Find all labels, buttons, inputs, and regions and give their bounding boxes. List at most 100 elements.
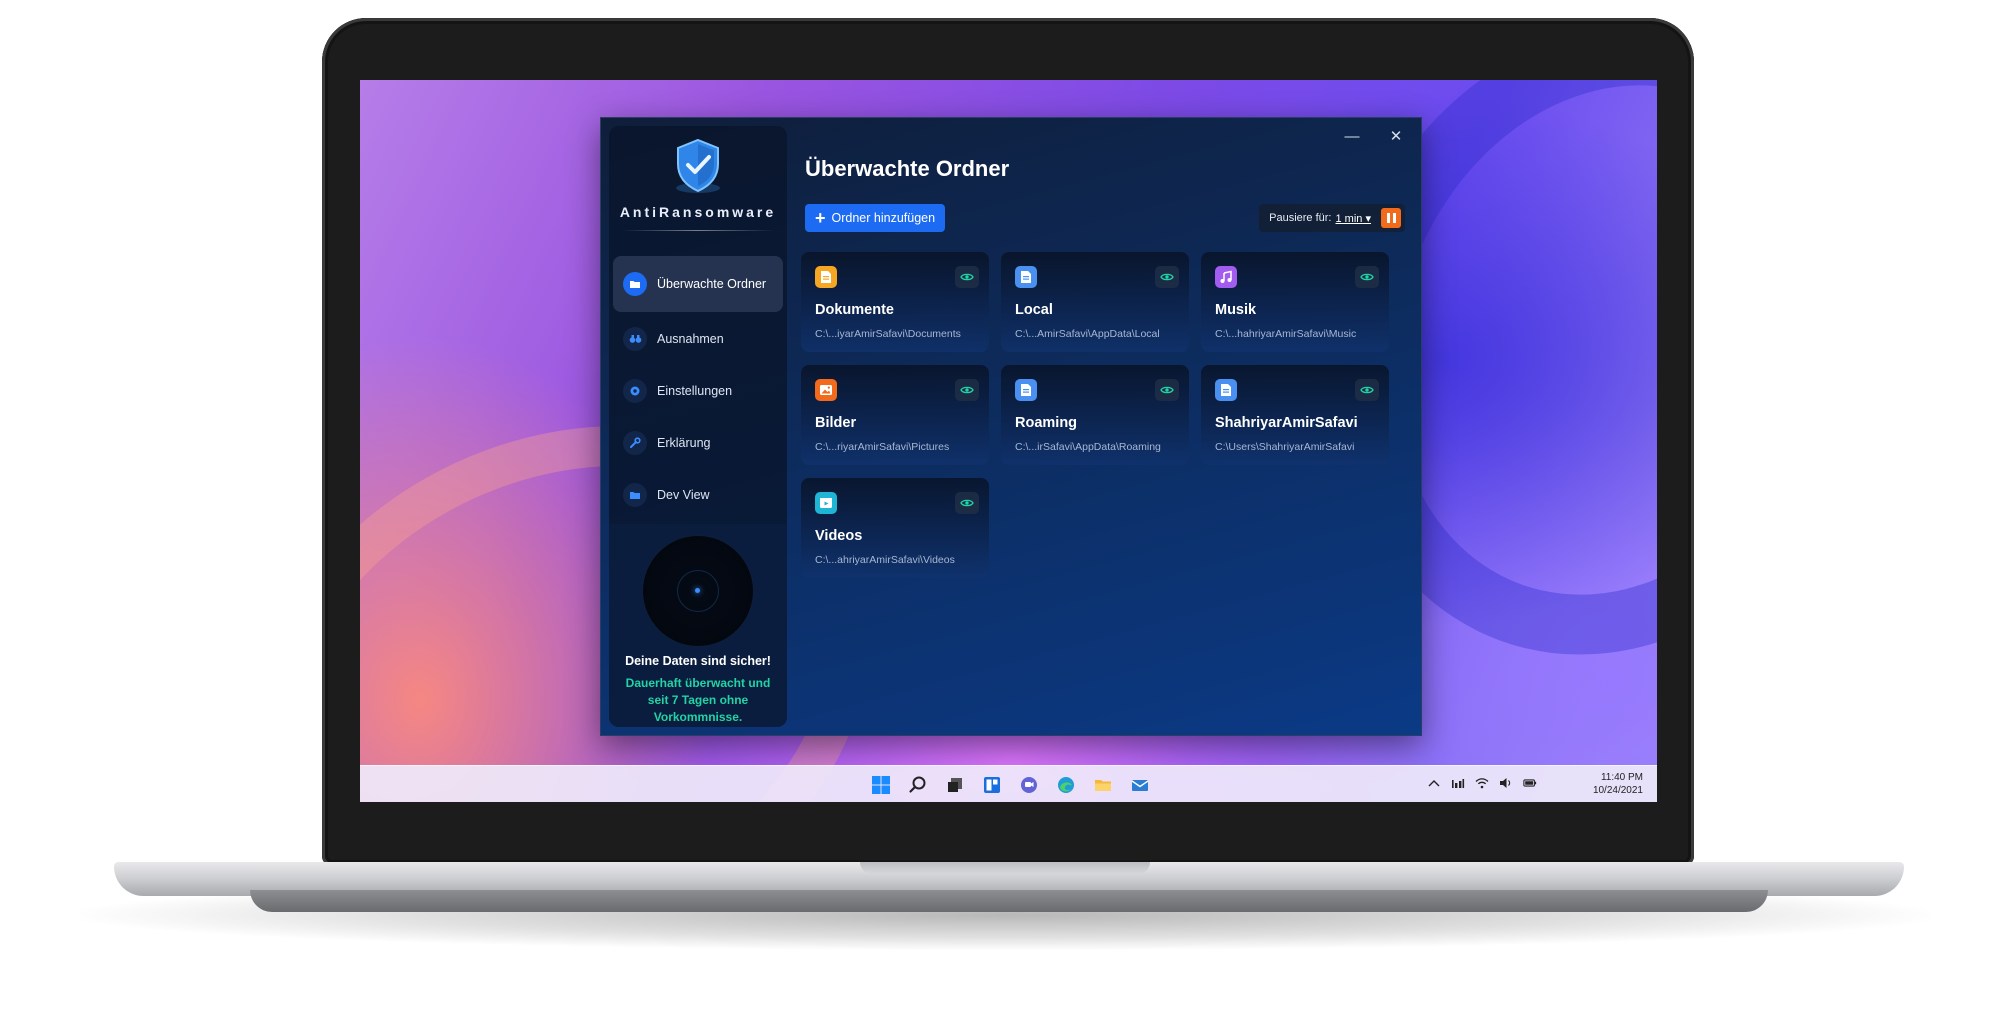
eye-icon — [960, 386, 974, 394]
edge-browser-icon[interactable] — [1053, 772, 1078, 797]
chevron-up-icon[interactable] — [1427, 776, 1441, 790]
folder-grid: Dokumente C:\...iyarAmirSafavi\Documents… — [801, 252, 1389, 578]
status-title: Deine Daten sind sicher! — [625, 654, 771, 668]
sidebar-item-label: Erklärung — [657, 436, 711, 450]
document-icon — [1015, 266, 1037, 288]
app-window: — ✕ AntiRansomware Überwachte Ordner Aus… — [600, 117, 1422, 736]
brand-divider — [621, 230, 775, 231]
task-view-icon[interactable] — [942, 772, 967, 797]
chat-icon[interactable] — [1016, 772, 1041, 797]
status-subtitle: Dauerhaft überwacht und seit 7 Tagen ohn… — [625, 676, 771, 724]
folder-name: ShahriyarAmirSafavi — [1215, 415, 1358, 431]
pause-label: Pausiere für: — [1269, 212, 1332, 224]
music-icon — [1215, 266, 1237, 288]
folder-path: C:\...hahriyarAmirSafavi\Music — [1215, 328, 1357, 340]
sidebar-item-label: Dev View — [657, 488, 710, 502]
widgets-icon[interactable] — [979, 772, 1004, 797]
file-explorer-icon[interactable] — [1090, 772, 1115, 797]
eye-icon — [1360, 273, 1374, 281]
page-title: Überwachte Ordner — [805, 156, 1010, 181]
eye-icon — [1360, 386, 1374, 394]
folder-path: C:\...riyarAmirSafavi\Pictures — [815, 441, 950, 453]
eye-icon — [960, 273, 974, 281]
eye-icon — [1160, 386, 1174, 394]
sidebar: AntiRansomware Überwachte Ordner Ausnahm… — [609, 126, 787, 727]
app-brand-name: AntiRansomware — [619, 204, 777, 220]
eye-toggle-button[interactable] — [955, 379, 979, 401]
plus-icon: + — [815, 208, 826, 228]
protection-status-panel: Deine Daten sind sicher! Dauerhaft überw… — [609, 524, 787, 727]
clock-time: 11:40 PM — [1600, 772, 1643, 783]
pause-button[interactable] — [1381, 208, 1401, 228]
chevron-down-icon: ▾ — [1365, 212, 1371, 225]
add-folder-button[interactable]: + Ordner hinzufügen — [805, 204, 946, 232]
folder-name: Roaming — [1015, 415, 1078, 431]
document-icon — [1015, 379, 1037, 401]
mail-icon[interactable] — [1127, 772, 1152, 797]
laptop-hinge-notch — [860, 862, 1150, 874]
folder-card[interactable]: Bilder C:\...riyarAmirSafavi\Pictures — [801, 365, 989, 465]
folder-card[interactable]: Videos C:\...ahriyarAmirSafavi\Videos — [801, 478, 989, 578]
sidebar-item-ueberwachte-ordner[interactable]: Überwachte Ordner — [613, 256, 783, 312]
radar-dot — [695, 588, 700, 593]
folder-path: C:\...ahriyarAmirSafavi\Videos — [815, 554, 955, 566]
wrench-icon — [623, 431, 647, 455]
document-icon — [1215, 379, 1237, 401]
network-bars-icon[interactable] — [1451, 776, 1465, 790]
binoculars-icon — [623, 327, 647, 351]
windows-start-icon[interactable] — [868, 772, 893, 797]
folder-card[interactable]: ShahriyarAmirSafavi C:\Users\ShahriyarAm… — [1201, 365, 1389, 465]
video-icon — [815, 492, 837, 514]
folder-path: C:\...AmirSafavi\AppData\Local — [1015, 328, 1160, 340]
pause-duration-select[interactable]: 1 min ▾ — [1336, 212, 1372, 225]
eye-icon — [1160, 273, 1174, 281]
gear-icon — [623, 379, 647, 403]
add-folder-label: Ordner hinzufügen — [831, 211, 936, 225]
eye-toggle-button[interactable] — [955, 266, 979, 288]
document-icon — [815, 266, 837, 288]
taskbar-clock[interactable]: 11:40 PM 10/24/2021 — [1593, 771, 1643, 797]
folder-card[interactable]: Local C:\...AmirSafavi\AppData\Local — [1001, 252, 1189, 352]
sidebar-item-erklaerung[interactable]: Erklärung — [613, 418, 783, 468]
folder-name: Videos — [815, 528, 863, 544]
folder-name: Local — [1015, 302, 1053, 318]
pause-control: Pausiere für: 1 min ▾ — [1259, 204, 1405, 232]
sidebar-item-label: Überwachte Ordner — [657, 277, 767, 291]
sidebar-nav: Überwachte Ordner Ausnahmen Einstellunge… — [613, 256, 783, 522]
pause-icon — [1386, 213, 1390, 223]
folder-icon — [623, 272, 647, 296]
main-content: Überwachte Ordner + Ordner hinzufügen Pa… — [801, 118, 1413, 735]
desktop-screen: — ✕ AntiRansomware Überwachte Ordner Aus… — [360, 80, 1657, 802]
folder-name: Bilder — [815, 415, 857, 431]
wifi-icon[interactable] — [1475, 776, 1489, 790]
eye-toggle-button[interactable] — [1155, 266, 1179, 288]
sidebar-item-ausnahmen[interactable]: Ausnahmen — [613, 314, 783, 364]
eye-toggle-button[interactable] — [1355, 379, 1379, 401]
folder-name: Dokumente — [815, 302, 894, 318]
folder-icon — [623, 483, 647, 507]
folder-path: C:\...irSafavi\AppData\Roaming — [1015, 441, 1161, 453]
eye-toggle-button[interactable] — [955, 492, 979, 514]
search-icon[interactable] — [905, 772, 930, 797]
taskbar: 11:40 PM 10/24/2021 — [360, 765, 1657, 802]
taskbar-apps — [868, 772, 1152, 797]
eye-toggle-button[interactable] — [1155, 379, 1179, 401]
folder-card[interactable]: Dokumente C:\...iyarAmirSafavi\Documents — [801, 252, 989, 352]
eye-toggle-button[interactable] — [1355, 266, 1379, 288]
sidebar-item-label: Einstellungen — [657, 384, 733, 398]
battery-icon[interactable] — [1523, 776, 1537, 790]
image-icon — [815, 379, 837, 401]
folder-name: Musik — [1215, 302, 1257, 318]
folder-path: C:\Users\ShahriyarAmirSafavi — [1215, 441, 1355, 453]
folder-card[interactable]: Roaming C:\...irSafavi\AppData\Roaming — [1001, 365, 1189, 465]
folder-path: C:\...iyarAmirSafavi\Documents — [815, 328, 961, 340]
pause-duration-value: 1 min — [1335, 212, 1363, 225]
shield-logo-icon — [666, 134, 730, 198]
pause-icon — [1392, 213, 1396, 223]
sidebar-item-dev-view[interactable]: Dev View — [613, 470, 783, 520]
sidebar-item-einstellungen[interactable]: Einstellungen — [613, 366, 783, 416]
clock-date: 10/24/2021 — [1592, 785, 1643, 796]
radar-scanner-icon — [643, 536, 753, 646]
folder-card[interactable]: Musik C:\...hahriyarAmirSafavi\Music — [1201, 252, 1389, 352]
volume-icon[interactable] — [1499, 776, 1513, 790]
